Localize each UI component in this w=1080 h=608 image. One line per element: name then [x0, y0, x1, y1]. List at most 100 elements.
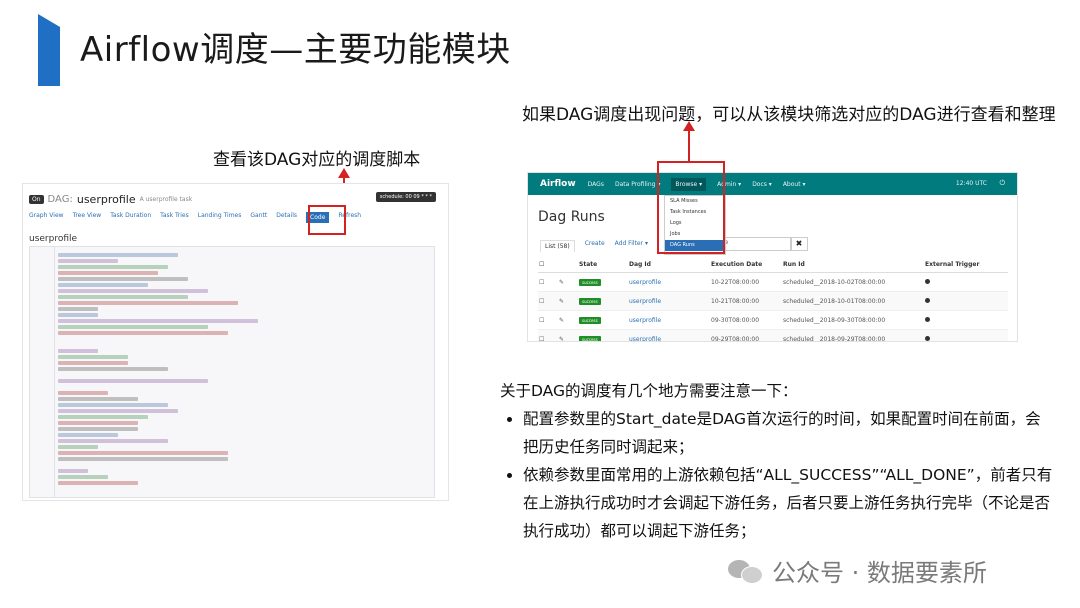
status-badge: success: [579, 335, 601, 341]
code-line: [58, 421, 138, 425]
row-checkbox[interactable]: ☐: [538, 272, 558, 292]
note-item: 配置参数里的Start_date是DAG首次运行的时间，如果配置时间在前面，会把…: [523, 405, 1055, 461]
caption-left: 查看该DAG对应的调度脚本: [213, 150, 421, 170]
dag-id-link[interactable]: userprofile: [629, 336, 661, 342]
checkbox-icon[interactable]: ☐: [539, 279, 544, 286]
row-run-id: scheduled__2018-09-29T08:00:00: [782, 329, 924, 341]
tab-create[interactable]: Create: [585, 240, 605, 252]
row-checkbox[interactable]: ☐: [538, 329, 558, 342]
arrow-right-line: [688, 130, 690, 161]
pencil-icon[interactable]: ✎: [559, 279, 564, 286]
row-execution-date: 09-29T08:00:00: [710, 329, 782, 341]
tab-task-tries[interactable]: Task Tries: [160, 212, 189, 223]
dag-id-link[interactable]: userprofile: [629, 317, 661, 324]
status-badge: success: [579, 297, 601, 305]
code-line: [58, 325, 208, 329]
code-line: [58, 469, 88, 473]
dag-on-toggle[interactable]: On: [29, 194, 44, 204]
table-row[interactable]: ☐ ✎ success userprofile 10-22T08:00:00 schedu…: [538, 272, 1008, 292]
dag-id-link[interactable]: userprofile: [629, 298, 661, 305]
code-line: [58, 259, 118, 263]
code-block: [29, 246, 435, 498]
table-header-row: ☐ State Dag Id Execution Date Run Id Ext…: [538, 256, 1008, 273]
dag-runs-table: ☐ State Dag Id Execution Date Run Id Ext…: [538, 256, 1008, 342]
clear-filter-button[interactable]: ✖: [790, 237, 808, 251]
checkbox-icon[interactable]: ☐: [539, 336, 544, 342]
code-line: [58, 283, 148, 287]
column-state[interactable]: State: [578, 256, 628, 273]
column-dag-id[interactable]: Dag Id: [628, 256, 710, 273]
notes-intro: 关于DAG的调度有几个地方需要注意一下：: [500, 382, 798, 400]
row-edit[interactable]: ✎: [558, 310, 578, 330]
nav-data-profiling[interactable]: Data Profiling ▾: [615, 181, 660, 188]
code-line: [58, 277, 188, 281]
table-row[interactable]: ☐ ✎ success userprofile 09-30T08:00:00 schedu…: [538, 310, 1008, 330]
row-checkbox[interactable]: ☐: [538, 291, 558, 311]
pencil-icon[interactable]: ✎: [559, 298, 564, 305]
notes-section: 关于DAG的调度有几个地方需要注意一下： 配置参数里的Start_date是DA…: [500, 377, 1055, 545]
row-edit[interactable]: ✎: [558, 291, 578, 311]
airflow-logo[interactable]: Airflow: [540, 179, 576, 189]
column-external-trigger[interactable]: External Trigger: [924, 256, 1008, 273]
code-line: [58, 445, 98, 449]
row-dag-id: userprofile: [628, 291, 710, 311]
code-line: [58, 361, 128, 365]
tab-graph-view[interactable]: Graph View: [29, 212, 64, 223]
power-icon[interactable]: ⏻: [999, 179, 1005, 188]
dag-runs-screenshot: Airflow DAGs Data Profiling ▾ Browse ▾ A…: [527, 172, 1018, 342]
code-line: [58, 355, 128, 359]
nav-dags[interactable]: DAGs: [588, 181, 604, 188]
row-state: success: [578, 329, 628, 341]
row-dag-id: userprofile: [628, 329, 710, 342]
table-row[interactable]: ☐ ✎ success userprofile 09-29T08:00:00 schedu…: [538, 329, 1008, 342]
nav-docs[interactable]: Docs ▾: [752, 181, 772, 188]
row-run-id: scheduled__2018-09-30T08:00:00: [782, 310, 924, 330]
checkbox-icon[interactable]: ☐: [539, 261, 544, 268]
dag-description: A userprofile task: [139, 195, 193, 203]
watermark-text: 公众号 · 数据要素所: [772, 559, 987, 587]
trigger-icon: [925, 335, 930, 341]
tab-gantt[interactable]: Gantt: [250, 212, 267, 223]
row-run-id: scheduled__2018-10-01T08:00:00: [782, 291, 924, 311]
code-line: [58, 475, 108, 479]
column-select-all[interactable]: ☐: [538, 256, 558, 273]
tab-details[interactable]: Details: [276, 212, 297, 223]
table-row[interactable]: ☐ ✎ success userprofile 10-21T08:00:00 schedu…: [538, 291, 1008, 311]
tab-tree-view[interactable]: Tree View: [73, 212, 102, 223]
code-line: [58, 391, 108, 395]
trigger-icon: [925, 316, 930, 322]
checkbox-icon[interactable]: ☐: [539, 298, 544, 305]
utc-clock: 12:40 UTC: [955, 180, 987, 187]
tab-list[interactable]: List (58): [540, 240, 575, 252]
caption-right: 如果DAG调度出现问题，可以从该模块筛选对应的DAG进行查看和整理: [522, 105, 1056, 125]
page-title: Dag Runs: [538, 209, 605, 225]
dag-code-screenshot: On DAG: userprofile A userprofile task s…: [22, 183, 449, 501]
row-external-trigger: [924, 272, 1008, 292]
dag-name: userprofile: [76, 192, 136, 206]
row-edit[interactable]: ✎: [558, 329, 578, 342]
schedule-badge: schedule: 00 09 * * *: [375, 192, 436, 202]
nav-about[interactable]: About ▾: [783, 181, 806, 188]
status-badge: success: [579, 278, 601, 286]
dag-id-link[interactable]: userprofile: [629, 279, 661, 286]
pencil-icon[interactable]: ✎: [559, 336, 564, 342]
row-checkbox[interactable]: ☐: [538, 310, 558, 330]
checkbox-icon[interactable]: ☐: [539, 317, 544, 324]
column-execution-date[interactable]: Execution Date: [710, 256, 782, 273]
column-run-id[interactable]: Run Id: [782, 256, 924, 273]
wechat-icon: [728, 558, 764, 584]
tab-landing-times[interactable]: Landing Times: [198, 212, 242, 223]
row-edit[interactable]: ✎: [558, 272, 578, 292]
code-line: [58, 403, 168, 407]
dag-label: DAG:: [47, 193, 73, 205]
tab-task-duration[interactable]: Task Duration: [110, 212, 151, 223]
code-line: [58, 301, 238, 305]
title-accent-bar: [38, 14, 60, 86]
tab-add-filter[interactable]: Add Filter ▾: [615, 240, 648, 252]
code-line: [58, 307, 98, 311]
watermark: 公众号 · 数据要素所: [728, 553, 987, 588]
code-line: [58, 253, 178, 257]
row-run-id: scheduled__2018-10-02T08:00:00: [782, 272, 924, 292]
row-dag-id: userprofile: [628, 272, 710, 292]
pencil-icon[interactable]: ✎: [559, 317, 564, 324]
